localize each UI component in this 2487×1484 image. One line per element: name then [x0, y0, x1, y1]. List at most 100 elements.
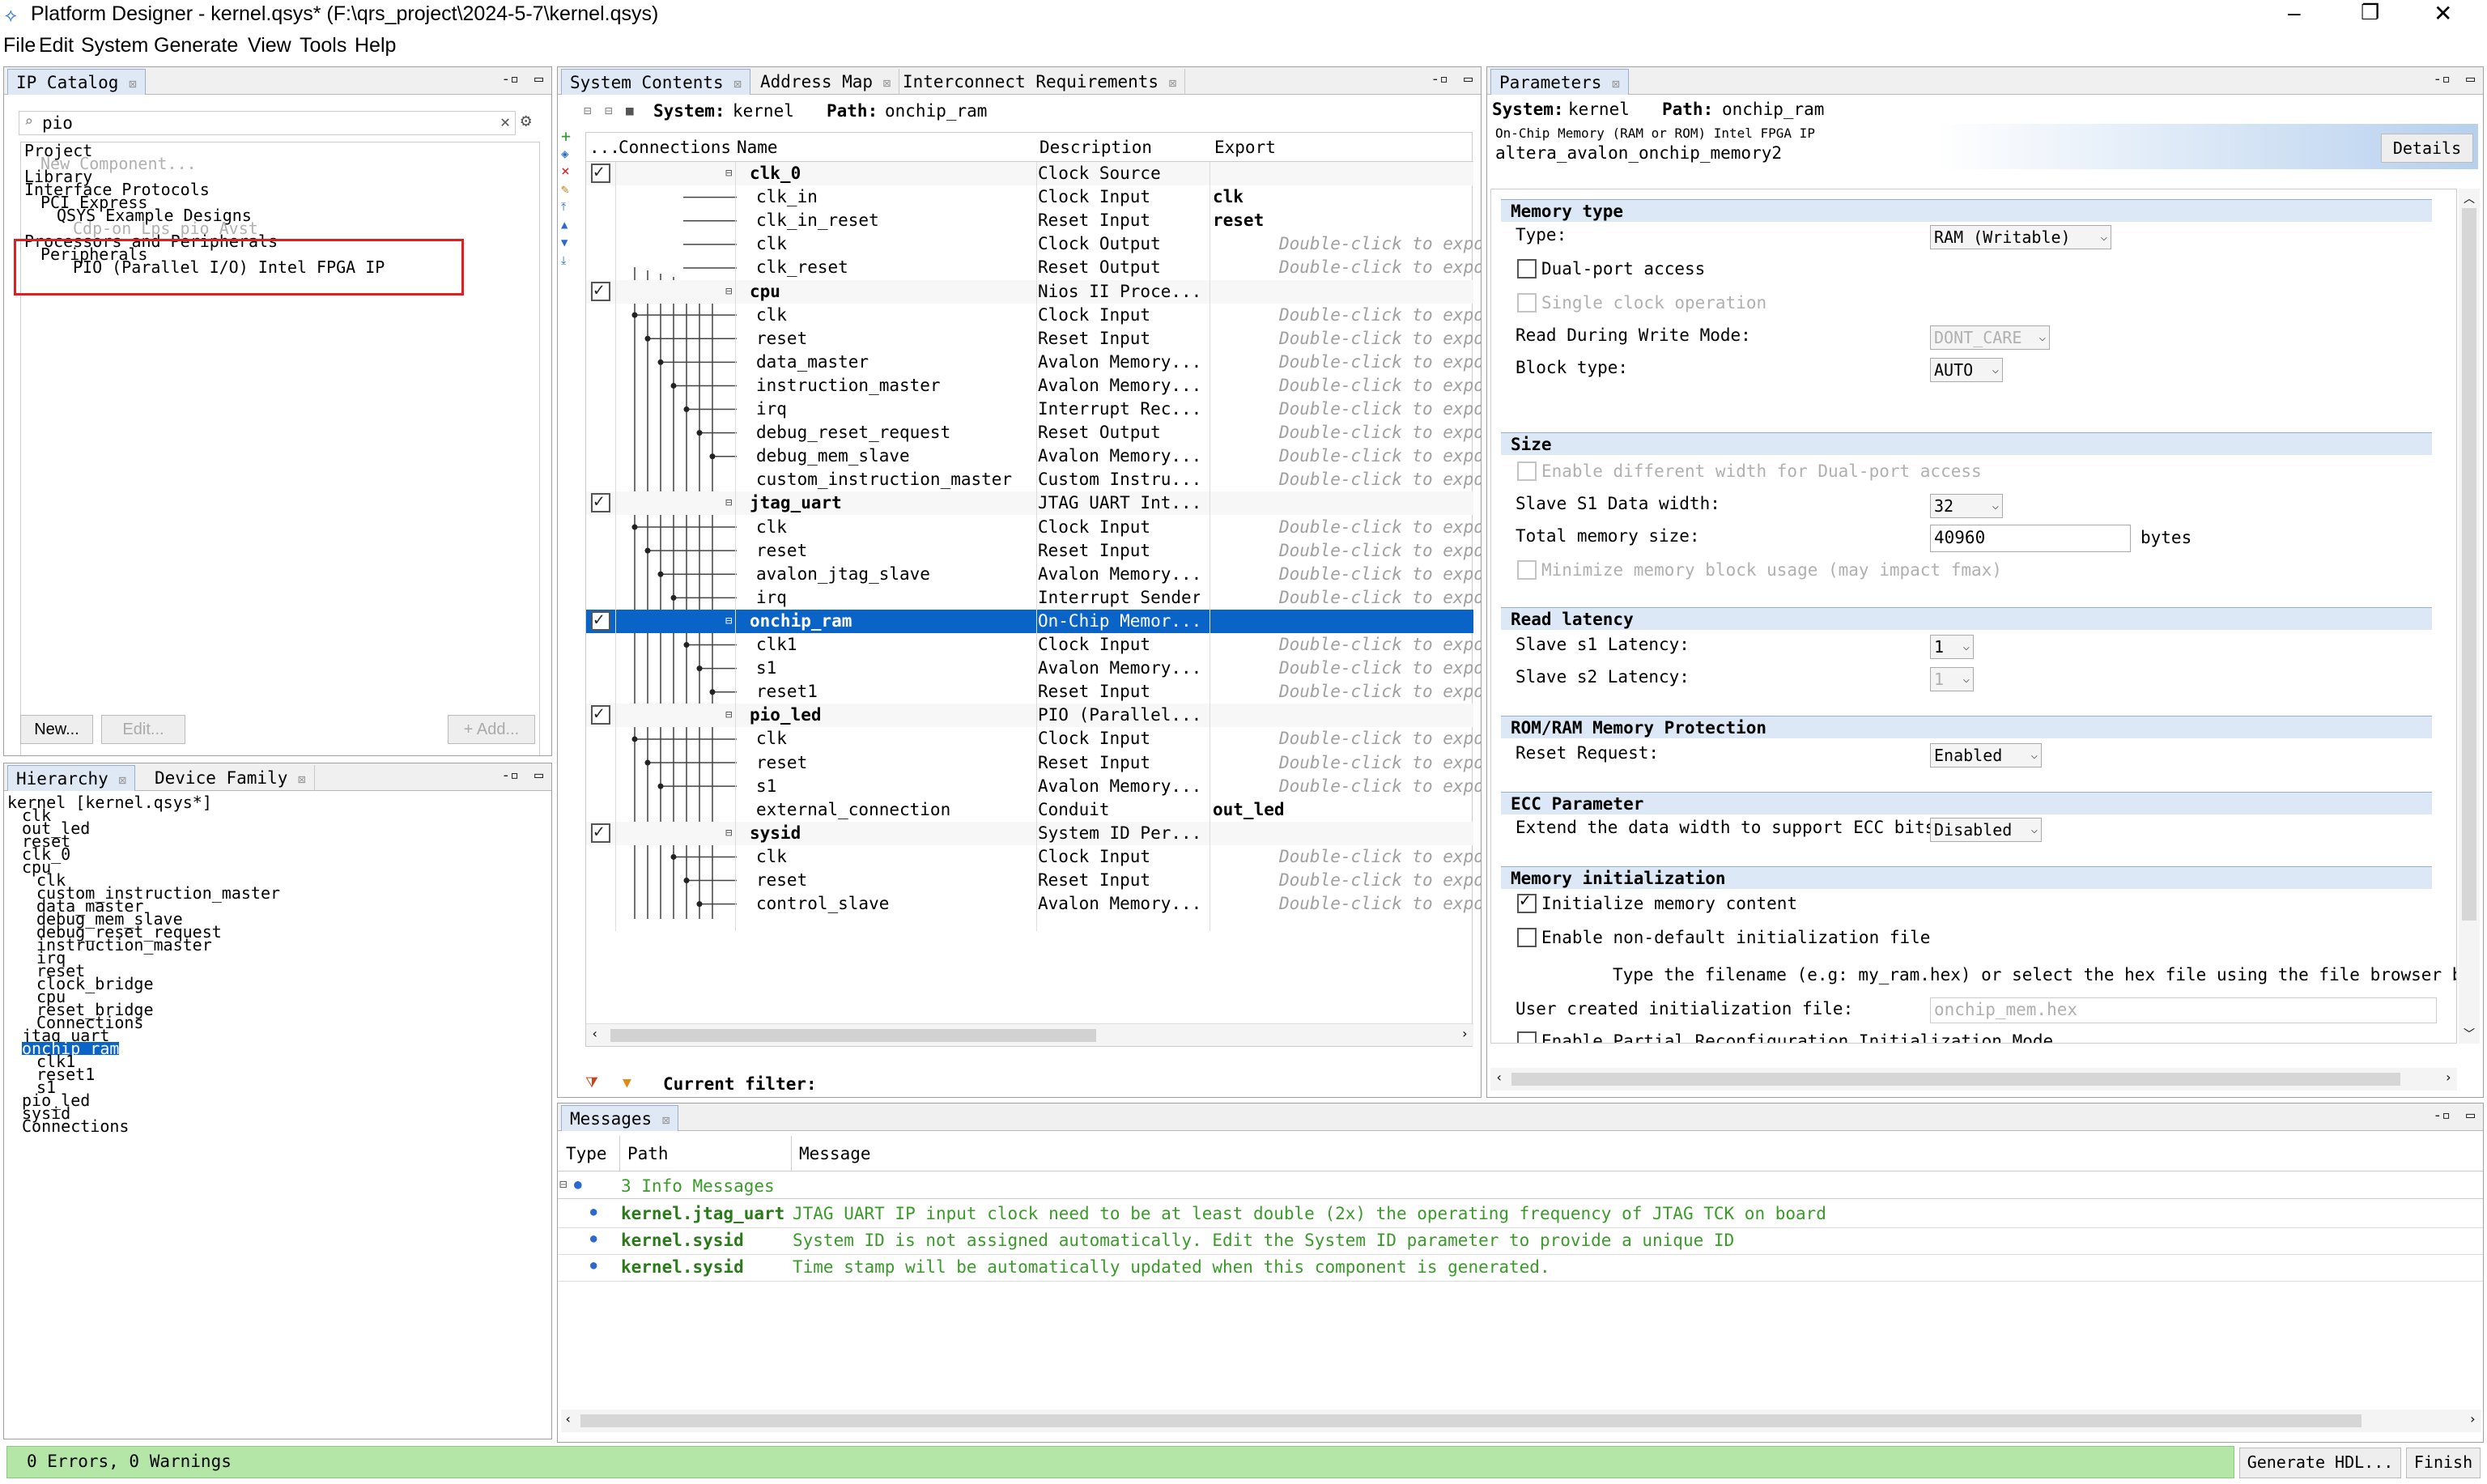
component-row[interactable]: ✓ ⊟ pio_led PIO (Parallel... [586, 704, 1473, 728]
col-type[interactable]: Type [566, 1144, 607, 1163]
interface-row[interactable]: clk Clock Input Double-click to export [586, 516, 1481, 539]
tab-parameters[interactable]: Parameters ⊠ [1490, 69, 1629, 95]
generate-hdl-button[interactable]: Generate HDL... [2239, 1448, 2401, 1478]
menu-edit[interactable]: Edit [39, 34, 74, 57]
interface-row[interactable]: custom_instruction_master Custom Instru..… [586, 468, 1481, 491]
search-input[interactable]: pio [42, 113, 73, 133]
remove-icon[interactable]: × [561, 163, 579, 181]
block-type-select[interactable]: AUTO ⌵ [1930, 358, 2003, 382]
row-export[interactable]: Double-click to export [1279, 232, 1481, 256]
menu-file[interactable]: File [3, 34, 36, 57]
row-export[interactable]: Double-click to export [1279, 869, 1481, 892]
minimize-block-checkbox[interactable] [1517, 560, 1537, 580]
interface-row[interactable]: reset1 Reset Input Double-click to export [586, 680, 1481, 704]
tab-device-family[interactable]: Device Family ⊠ [147, 765, 315, 791]
row-export[interactable]: Double-click to export [1279, 539, 1481, 563]
row-export[interactable]: Double-click to export [1279, 845, 1481, 869]
row-export[interactable]: Double-click to export [1279, 633, 1481, 657]
tab-address-map[interactable]: Address Map ⊠ [752, 69, 900, 95]
interface-row[interactable]: debug_mem_slave Avalon Memory... Double-cl… [586, 444, 1481, 468]
row-export[interactable]: Double-click to export [1279, 563, 1481, 586]
tab-hierarchy[interactable]: Hierarchy ⊠ [7, 765, 136, 791]
col-message[interactable]: Message [799, 1144, 871, 1163]
interface-row[interactable]: reset Reset Input Double-click to export [586, 751, 1481, 775]
interface-row[interactable]: reset Reset Input Double-click to export [586, 327, 1481, 351]
expand-toggle-icon[interactable]: ⊟ [725, 610, 732, 633]
panel-maximize-icon[interactable]: ▭ [2466, 1107, 2475, 1124]
row-export[interactable]: Double-click to export [1279, 374, 1481, 398]
expand-toggle-icon[interactable]: ⊟ [725, 704, 732, 727]
panel-maximize-icon[interactable]: ▭ [1464, 70, 1473, 87]
component-row[interactable]: ✓ ⊟ clk_0 Clock Source [586, 162, 1473, 185]
interface-row[interactable]: external_connection Conduit out_led [586, 798, 1473, 822]
interface-row[interactable]: irq Interrupt Sender Double-click to expor… [586, 586, 1481, 610]
interface-row[interactable]: control_slave Avalon Memory... Double-clic… [586, 892, 1481, 916]
interface-row[interactable]: reset Reset Input Double-click to export [586, 539, 1481, 563]
expand-all-icon[interactable]: ⊟ [605, 103, 613, 118]
interface-row[interactable]: clk Clock Output Double-click to export [586, 232, 1481, 256]
interface-row[interactable]: avalon_jtag_slave Avalon Memory... Double-… [586, 563, 1481, 586]
gear-icon[interactable]: ⚙ [521, 111, 531, 131]
panel-minimize-icon[interactable]: -▫ [501, 767, 519, 784]
component-row[interactable]: ✓ ⊟ onchip_ram On-Chip Memor... [586, 609, 1473, 633]
row-export[interactable]: Double-click to export [1279, 351, 1481, 374]
menu-tools[interactable]: Tools [300, 34, 346, 57]
interface-row[interactable]: s1 Avalon Memory... Double-click to export [586, 775, 1481, 798]
row-export[interactable]: Double-click to export [1279, 751, 1481, 775]
row-export[interactable]: Double-click to export [1279, 680, 1481, 704]
edit-component-button[interactable]: Edit... [101, 715, 185, 744]
move-up-icon[interactable]: ▲ [561, 216, 579, 234]
panel-minimize-icon[interactable]: -▫ [2433, 1107, 2451, 1124]
param-vertical-scrollbar[interactable]: ︿ ﹀ [2459, 189, 2480, 1044]
menu-view[interactable]: View [248, 34, 291, 57]
restore-icon[interactable]: ❐ [2361, 0, 2379, 25]
details-button[interactable]: Details [2381, 134, 2473, 163]
s1-latency-select[interactable]: 1 ⌵ [1930, 635, 1974, 659]
move-bottom-icon[interactable]: ⤓ [561, 252, 579, 270]
total-size-field[interactable]: 40960 [1930, 525, 2131, 552]
partial-reconfig-checkbox[interactable] [1517, 1031, 1537, 1043]
init-file-field[interactable]: onchip_mem.hex [1930, 997, 2437, 1023]
s2-latency-select[interactable]: 1 ⌵ [1930, 667, 1974, 691]
row-export[interactable]: out_led [1213, 798, 1448, 822]
expand-toggle-icon[interactable]: ⊟ [725, 491, 732, 515]
move-down-icon[interactable]: ▼ [561, 234, 579, 252]
interface-row[interactable]: s1 Avalon Memory... Double-click to export [586, 657, 1481, 680]
use-checkbox[interactable]: ✓ [591, 280, 610, 301]
close-icon[interactable]: ✕ [2434, 0, 2452, 27]
different-width-checkbox[interactable] [1517, 461, 1537, 481]
col-use[interactable]: ... [589, 138, 620, 157]
row-export[interactable]: Double-click to export [1279, 657, 1481, 680]
stop-icon[interactable]: ■ [626, 103, 634, 118]
expand-toggle-icon[interactable]: ⊟ [725, 822, 732, 845]
rdw-select[interactable]: DONT_CARE ⌵ [1930, 325, 2050, 350]
collapse-all-icon[interactable]: ⊟ [584, 103, 592, 118]
messages-horizontal-scrollbar[interactable]: ‹ › [561, 1410, 2481, 1432]
row-export[interactable]: Double-click to export [1279, 304, 1481, 327]
use-checkbox[interactable]: ✓ [591, 491, 610, 513]
horizontal-scrollbar[interactable]: ‹ › [586, 1023, 1473, 1046]
use-checkbox[interactable]: ✓ [591, 610, 610, 631]
use-checkbox[interactable]: ✓ [591, 822, 610, 843]
filter-icon[interactable]: ⧩ [585, 1074, 598, 1091]
interface-row[interactable]: clk_reset Reset Output Double-click to exp… [586, 256, 1481, 279]
tab-messages[interactable]: Messages ⊠ [561, 1105, 679, 1131]
add-icon[interactable]: + [561, 127, 579, 145]
init-content-checkbox[interactable]: ✓ [1517, 891, 1537, 913]
col-description[interactable]: Description [1039, 138, 1152, 157]
move-top-icon[interactable]: ⤒ [561, 198, 579, 216]
interface-row[interactable]: debug_reset_request Reset Output Double-cl… [586, 421, 1481, 444]
component-row[interactable]: ✓ ⊟ sysid System ID Per... [586, 821, 1473, 845]
menu-generate[interactable]: Generate [154, 34, 238, 57]
clear-search-icon[interactable]: ✕ [500, 112, 510, 131]
col-name[interactable]: Name [737, 138, 778, 157]
component-row[interactable]: ✓ ⊟ jtag_uart JTAG UART Int... [586, 491, 1473, 516]
use-checkbox[interactable]: ✓ [591, 704, 610, 725]
row-export[interactable]: Double-click to export [1279, 892, 1481, 916]
edit-icon[interactable]: ✎ [561, 181, 579, 198]
message-row[interactable]: ● kernel.sysid Time stamp will be automati… [558, 1256, 2483, 1282]
single-clock-checkbox[interactable] [1517, 293, 1537, 313]
col-path[interactable]: Path [627, 1144, 669, 1163]
reset-request-select[interactable]: Enabled ⌵ [1930, 743, 2042, 768]
message-row[interactable]: ● kernel.sysid System ID is not assigned a… [558, 1229, 2483, 1255]
